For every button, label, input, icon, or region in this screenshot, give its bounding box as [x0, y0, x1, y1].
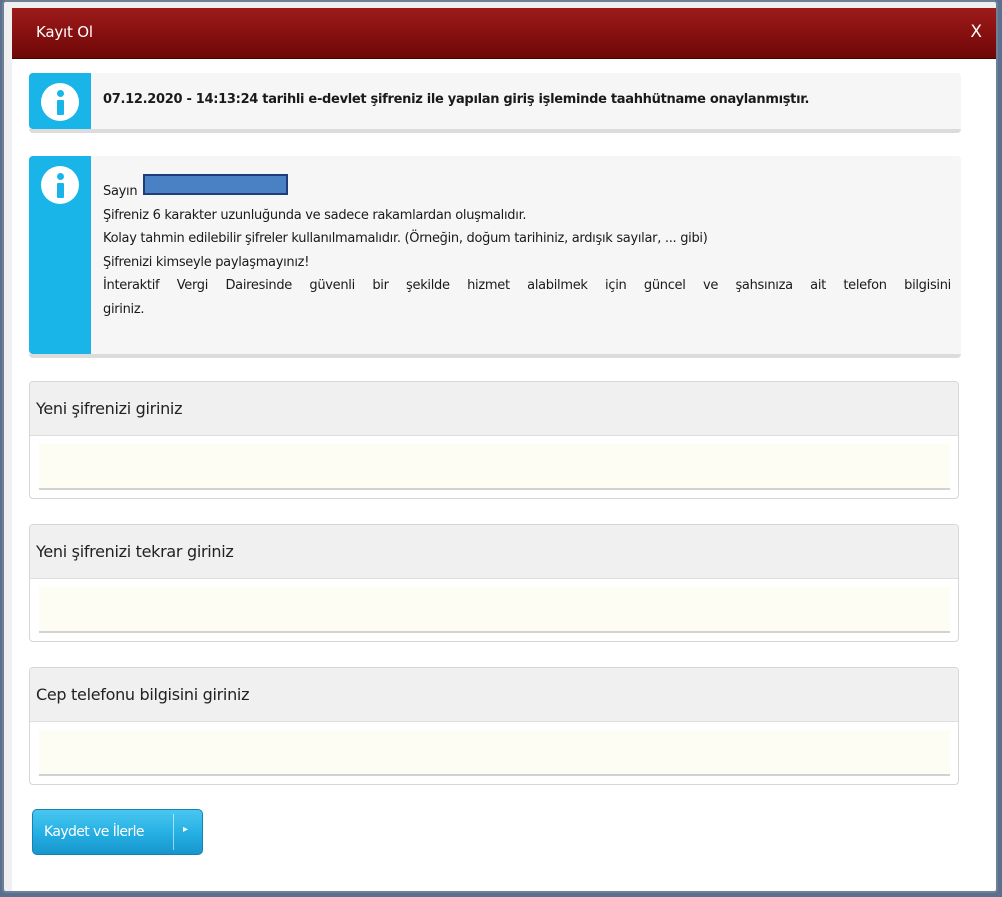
registration-dialog: Kayıt Ol X 07.12.2020 - 14:13:24 tarihli…: [2, 0, 998, 893]
info-icon: [41, 166, 79, 204]
button-divider: [173, 814, 174, 850]
info-icon: [41, 83, 79, 121]
notice-message: 07.12.2020 - 14:13:24 tarihli e-devlet ş…: [103, 92, 810, 107]
info-icon-strip: [29, 156, 91, 354]
new-password-panel: Yeni şifrenizi giriniz: [29, 381, 959, 499]
new-password-label: Yeni şifrenizi giriniz: [36, 399, 183, 418]
field-label-bar: Cep telefonu bilgisini giriniz: [30, 668, 958, 722]
phone-note-line: giriniz.: [103, 301, 145, 317]
chevron-right-icon: ▸: [183, 824, 189, 835]
confirm-password-panel: Yeni şifrenizi tekrar giriniz: [29, 524, 959, 642]
rule-line: Şifreniz 6 karakter uzunluğunda ve sadec…: [103, 207, 527, 223]
confirm-password-input[interactable]: [39, 587, 950, 633]
greeting-row: Sayın: [103, 174, 951, 204]
phone-label: Cep telefonu bilgisini giriniz: [36, 685, 250, 704]
greeting-label: Sayın: [103, 184, 138, 199]
dialog-content: 07.12.2020 - 14:13:24 tarihli e-devlet ş…: [12, 59, 996, 891]
new-password-input[interactable]: [39, 444, 950, 490]
field-label-bar: Yeni şifrenizi tekrar giriniz: [30, 525, 958, 579]
redacted-name: [143, 174, 289, 195]
dialog-title: Kayıt Ol: [36, 23, 93, 41]
field-label-bar: Yeni şifrenizi giriniz: [30, 382, 958, 436]
phone-note-line: İnteraktif Vergi Dairesinde güvenli bir …: [103, 278, 951, 293]
rule-line: Şifrenizi kimseyle paylaşmayınız!: [103, 254, 310, 270]
close-button[interactable]: X: [970, 22, 982, 42]
save-and-continue-button[interactable]: Kaydet ve İlerle ▸: [32, 809, 203, 855]
confirm-password-label: Yeni şifrenizi tekrar giriniz: [36, 542, 234, 561]
taahhutname-notice: 07.12.2020 - 14:13:24 tarihli e-devlet ş…: [29, 73, 961, 133]
password-rules-text: Sayın Şifreniz 6 karakter uzunluğunda ve…: [103, 174, 951, 321]
info-icon-strip: [29, 73, 91, 129]
rule-line: Kolay tahmin edilebilir şifreler kullanı…: [103, 231, 708, 246]
phone-panel: Cep telefonu bilgisini giriniz: [29, 667, 959, 785]
password-rules-notice: Sayın Şifreniz 6 karakter uzunluğunda ve…: [29, 156, 961, 358]
phone-input[interactable]: [39, 730, 950, 776]
save-button-label: Kaydet ve İlerle: [44, 824, 144, 840]
dialog-titlebar: Kayıt Ol X: [12, 8, 996, 59]
